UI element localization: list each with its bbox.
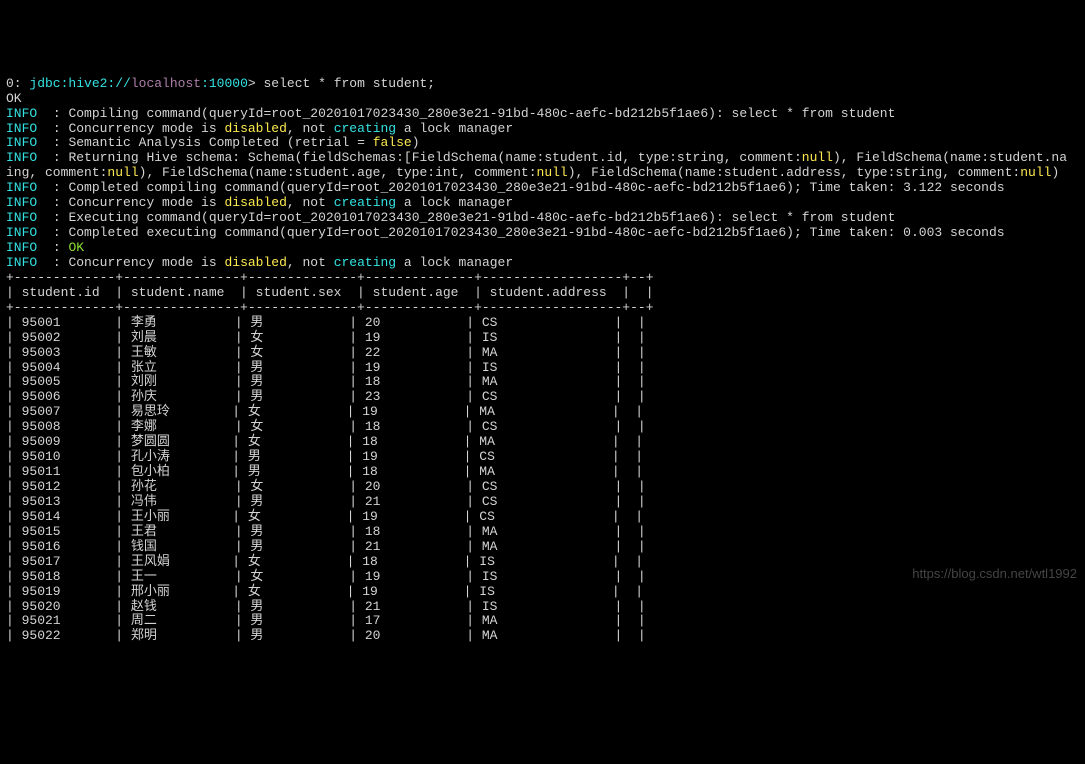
log-executing: INFO : Executing command(queryId=root_20…	[6, 210, 895, 225]
table-header: | student.id | student.name | student.se…	[6, 285, 654, 300]
table-row: | 95014 | 王小丽 | 女 | 19 | CS | |	[6, 509, 643, 524]
table-row: | 95004 | 张立 | 男 | 19 | IS | |	[6, 360, 646, 375]
table-row: | 95010 | 孔小涛 | 男 | 19 | CS | |	[6, 449, 643, 464]
table-border: +-------------+---------------+---------…	[6, 270, 654, 285]
info-label: INFO	[6, 225, 37, 240]
table-row: | 95007 | 易思玲 | 女 | 19 | MA | |	[6, 404, 643, 419]
log-executed: INFO : Completed executing command(query…	[6, 225, 1005, 240]
prompt-proto: hive2://	[68, 76, 130, 91]
info-label: INFO	[6, 121, 37, 136]
table-row: | 95002 | 刘晨 | 女 | 19 | IS | |	[6, 330, 646, 345]
table-row: | 95016 | 钱国 | 男 | 21 | MA | |	[6, 539, 646, 554]
table-border: +-------------+---------------+---------…	[6, 300, 654, 315]
info-label: INFO	[6, 180, 37, 195]
info-label: INFO	[6, 106, 37, 121]
table-row: | 95008 | 李娜 | 女 | 18 | CS | |	[6, 419, 646, 434]
log-concurrency-1: INFO : Concurrency mode is disabled, not…	[6, 121, 513, 136]
info-label: INFO	[6, 135, 37, 150]
table-row: | 95015 | 王君 | 男 | 18 | MA | |	[6, 524, 646, 539]
prompt-port: :10000	[201, 76, 248, 91]
log-ok: INFO : OK	[6, 240, 84, 255]
log-schema-1: INFO : Returning Hive schema: Schema(fie…	[6, 150, 1067, 165]
table-row: | 95005 | 刘刚 | 男 | 18 | MA | |	[6, 374, 646, 389]
prompt-scheme: jdbc:	[29, 76, 68, 91]
ok-line: OK	[6, 91, 22, 106]
table-row: | 95022 | 郑明 | 男 | 20 | MA | |	[6, 628, 646, 643]
log-concurrency-3: INFO : Concurrency mode is disabled, not…	[6, 255, 513, 270]
log-compiled: INFO : Completed compiling command(query…	[6, 180, 1005, 195]
table-row: | 95018 | 王一 | 女 | 19 | IS | |	[6, 569, 646, 584]
info-label: INFO	[6, 210, 37, 225]
table-row: | 95006 | 孙庆 | 男 | 23 | CS | |	[6, 389, 646, 404]
prompt-prefix: 0:	[6, 76, 29, 91]
table-row: | 95013 | 冯伟 | 男 | 21 | CS | |	[6, 494, 646, 509]
log-concurrency-2: INFO : Concurrency mode is disabled, not…	[6, 195, 513, 210]
table-row: | 95001 | 李勇 | 男 | 20 | CS | |	[6, 315, 646, 330]
sql-command: select * from student;	[263, 76, 435, 91]
table-row: | 95020 | 赵钱 | 男 | 21 | IS | |	[6, 599, 646, 614]
prompt-host: localhost	[131, 76, 201, 91]
log-compile: INFO : Compiling command(queryId=root_20…	[6, 106, 895, 121]
table-body: | 95001 | 李勇 | 男 | 20 | CS | | | 95002 |…	[6, 316, 1079, 645]
table-row: | 95011 | 包小柏 | 男 | 18 | MA | |	[6, 464, 643, 479]
prompt-caret: >	[248, 76, 264, 91]
table-row: | 95017 | 王风娟 | 女 | 18 | IS | |	[6, 554, 643, 569]
table-row: | 95003 | 王敏 | 女 | 22 | MA | |	[6, 345, 646, 360]
log-semantic: INFO : Semantic Analysis Completed (retr…	[6, 135, 420, 150]
info-label: INFO	[6, 240, 37, 255]
prompt-line: 0: jdbc:hive2://localhost:10000> select …	[6, 76, 435, 91]
info-label: INFO	[6, 255, 37, 270]
log-schema-2: ing, comment:null), FieldSchema(name:stu…	[6, 165, 1059, 180]
table-row: | 95021 | 周二 | 男 | 17 | MA | |	[6, 613, 646, 628]
table-row: | 95012 | 孙花 | 女 | 20 | CS | |	[6, 479, 646, 494]
info-label: INFO	[6, 150, 37, 165]
table-row: | 95009 | 梦圆圆 | 女 | 18 | MA | |	[6, 434, 643, 449]
watermark-text: https://blog.csdn.net/wtl1992	[912, 567, 1077, 582]
info-label: INFO	[6, 195, 37, 210]
